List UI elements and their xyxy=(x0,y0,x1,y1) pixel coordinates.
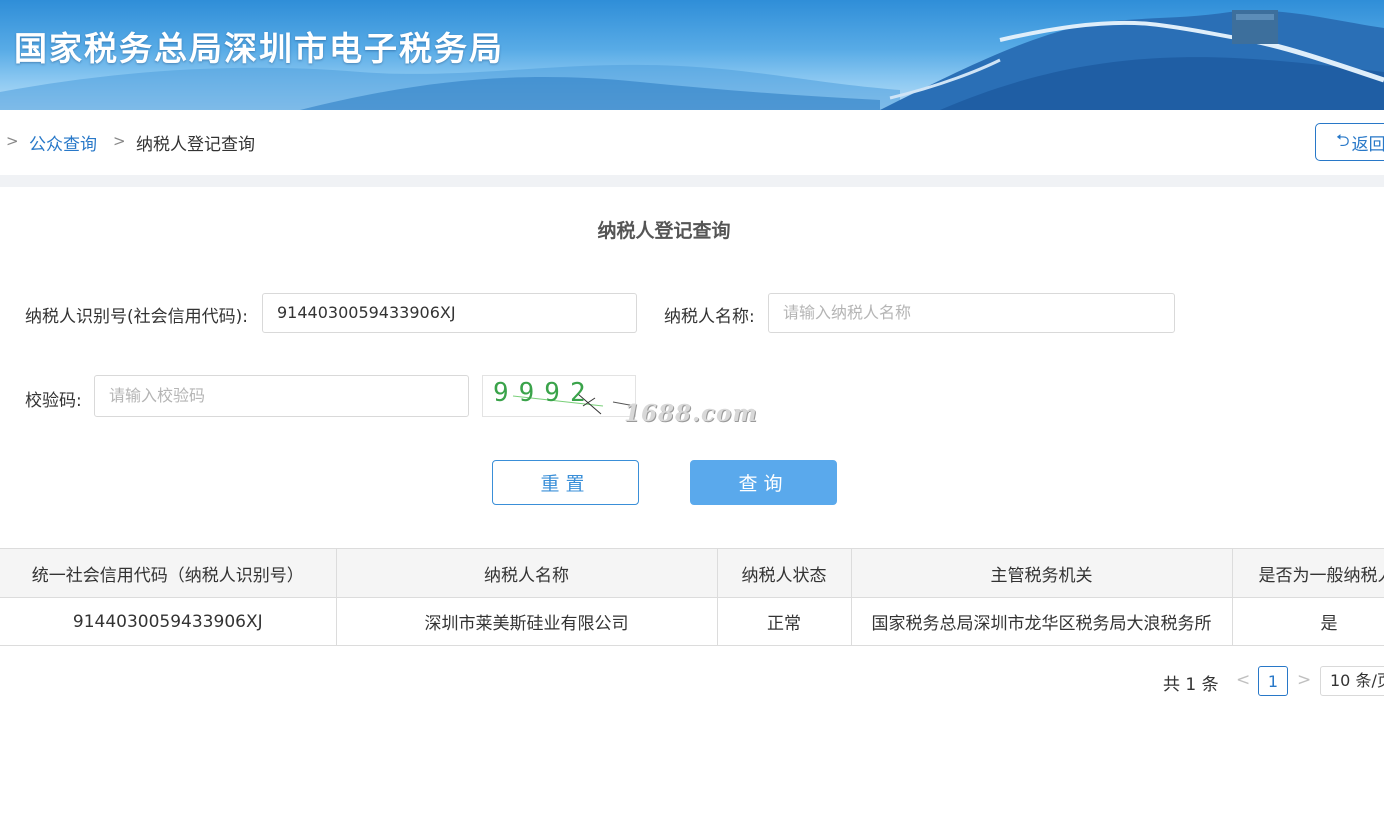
column-header-credit-code: 统一社会信用代码（纳税人识别号） xyxy=(0,548,337,598)
table-header-row: 统一社会信用代码（纳税人识别号） 纳税人名称 纳税人状态 主管税务机关 是否为一… xyxy=(0,548,1384,598)
captcha-input[interactable]: 请输入校验码 xyxy=(94,375,469,417)
breadcrumb-separator: > xyxy=(6,132,19,150)
back-button[interactable]: ⮌ 返回 xyxy=(1315,123,1384,161)
column-header-taxpayer-name: 纳税人名称 xyxy=(335,548,718,598)
cell-general-taxpayer: 是 xyxy=(1231,597,1384,646)
pagination-prev-icon[interactable]: < xyxy=(1236,670,1250,690)
captcha-label: 校验码: xyxy=(25,391,82,411)
column-header-general-taxpayer: 是否为一般纳税人 xyxy=(1231,548,1384,598)
pagination-total: 共 1 条 xyxy=(1163,675,1219,695)
page-size-select[interactable]: 10 条/页 xyxy=(1320,666,1384,696)
pagination-page-1[interactable]: 1 xyxy=(1258,666,1288,696)
reset-button[interactable]: 重置 xyxy=(492,460,639,505)
column-header-tax-authority: 主管税务机关 xyxy=(850,548,1233,598)
cell-taxpayer-name: 深圳市莱美斯硅业有限公司 xyxy=(335,597,718,646)
taxpayer-name-label: 纳税人名称: xyxy=(664,307,755,327)
breadcrumb-separator: > xyxy=(113,132,126,150)
table-row: 9144030059433906XJ 深圳市莱美斯硅业有限公司 正常 国家税务总… xyxy=(0,597,1384,646)
form-title: 纳税人登记查询 xyxy=(597,220,731,242)
taxpayer-name-input[interactable]: 请输入纳税人名称 xyxy=(768,293,1175,333)
header-banner: 国家税务总局深圳市电子税务局 xyxy=(0,0,1384,110)
pagination-next-icon[interactable]: > xyxy=(1297,670,1311,690)
captcha-text: 9992 xyxy=(493,378,596,408)
section-divider xyxy=(0,175,1384,187)
taxpayer-id-label: 纳税人识别号(社会信用代码): xyxy=(25,307,248,327)
return-arrow-icon: ⮌ xyxy=(1336,130,1350,151)
captcha-image[interactable]: 9992 xyxy=(482,375,636,417)
site-title: 国家税务总局深圳市电子税务局 xyxy=(14,29,504,68)
cell-credit-code: 9144030059433906XJ xyxy=(0,597,337,646)
cell-tax-authority: 国家税务总局深圳市龙华区税务局大浪税务所 xyxy=(850,597,1233,646)
watermark: 1688.com xyxy=(624,400,758,427)
breadcrumb: > 公众查询 > 纳税人登记查询 ⮌ 返回 xyxy=(0,110,1384,175)
breadcrumb-current: 纳税人登记查询 xyxy=(136,135,255,155)
results-table: 统一社会信用代码（纳税人识别号） 纳税人名称 纳税人状态 主管税务机关 是否为一… xyxy=(0,548,1384,646)
cell-status: 正常 xyxy=(716,597,852,646)
taxpayer-id-input[interactable]: 9144030059433906XJ xyxy=(262,293,637,333)
back-button-label: 返回 xyxy=(1351,134,1384,155)
breadcrumb-link-public-query[interactable]: 公众查询 xyxy=(29,130,97,155)
query-button[interactable]: 查询 xyxy=(690,460,837,505)
column-header-status: 纳税人状态 xyxy=(716,548,852,598)
